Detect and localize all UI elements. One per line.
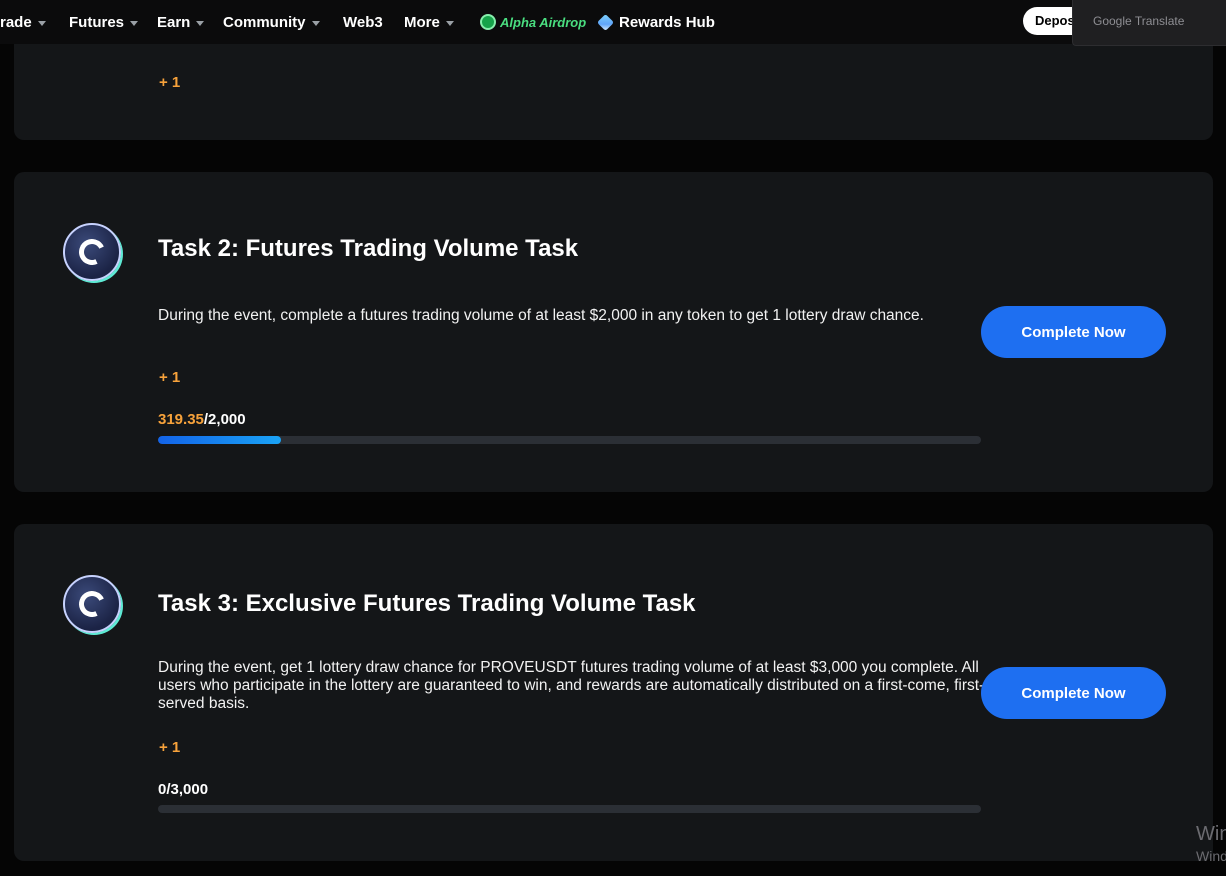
progress-bar-fill (158, 436, 282, 444)
nav-item-web3[interactable]: Web3 (343, 0, 383, 44)
chevron-down-icon (445, 20, 454, 26)
alpha-airdrop-icon (480, 14, 496, 30)
chevron-down-icon (196, 20, 205, 26)
task-token-icon (63, 575, 121, 633)
complete-now-button[interactable]: Complete Now (981, 306, 1166, 358)
nav-item-futures[interactable]: Futures (69, 0, 139, 44)
task-card-2: Task 2: Futures Trading Volume Task Duri… (14, 172, 1213, 492)
nav-item-label: rade (0, 13, 32, 31)
rewards-hub-label: Rewards Hub (619, 13, 715, 31)
task-token-icon (63, 223, 121, 281)
nav-item-more[interactable]: More (404, 0, 454, 44)
task-title: Task 2: Futures Trading Volume Task (158, 235, 579, 262)
progress-bar (158, 436, 981, 444)
task-card-3: Task 3: Exclusive Futures Trading Volume… (14, 524, 1213, 861)
chevron-down-icon (130, 20, 139, 26)
progress-bar (158, 805, 981, 813)
alpha-airdrop-link[interactable]: Alpha Airdrop (480, 11, 586, 33)
progress-text: 319.35/2,000 (158, 411, 246, 428)
progress-target: /3,000 (166, 781, 209, 798)
chevron-down-icon (311, 20, 320, 26)
nav-item-community[interactable]: Community (223, 0, 320, 44)
task-description: During the event, get 1 lottery draw cha… (158, 659, 985, 712)
progress-target: /2,000 (203, 411, 246, 428)
nav-item-trade[interactable]: rade (0, 0, 46, 44)
task-title: Task 3: Exclusive Futures Trading Volume… (158, 590, 696, 617)
windows-activation-watermark: Win Wind (1196, 823, 1226, 867)
task-description: During the event, complete a futures tra… (158, 307, 924, 324)
nav-item-label: Community (223, 13, 306, 31)
complete-now-button[interactable]: Complete Now (981, 667, 1166, 719)
nav-item-label: Web3 (343, 13, 383, 31)
alpha-airdrop-label: Alpha Airdrop (500, 14, 587, 30)
cube-icon (597, 13, 614, 31)
nav-item-label: More (404, 13, 440, 31)
google-translate-panel[interactable]: Google Translate (1072, 0, 1226, 46)
watermark-line-1: Win (1196, 823, 1226, 845)
chevron-down-icon (37, 20, 46, 26)
rewards-hub-link[interactable]: Rewards Hub (597, 0, 715, 44)
nav-item-label: Futures (69, 13, 125, 31)
reward-count: + 1 (159, 739, 181, 756)
top-nav-bar: rade Futures Earn Community Web3 More Al… (0, 0, 1226, 44)
reward-count: + 1 (159, 74, 181, 91)
reward-count: + 1 (159, 369, 181, 386)
progress-current: 319.35 (158, 411, 204, 428)
g-logo-icon (75, 235, 109, 269)
watermark-line-2: Wind (1196, 848, 1226, 864)
google-translate-label: Google Translate (1093, 14, 1185, 28)
nav-item-label: Earn (157, 13, 191, 31)
nav-item-earn[interactable]: Earn (157, 0, 205, 44)
progress-text: 0/3,000 (158, 781, 208, 798)
g-logo-icon (75, 587, 109, 621)
